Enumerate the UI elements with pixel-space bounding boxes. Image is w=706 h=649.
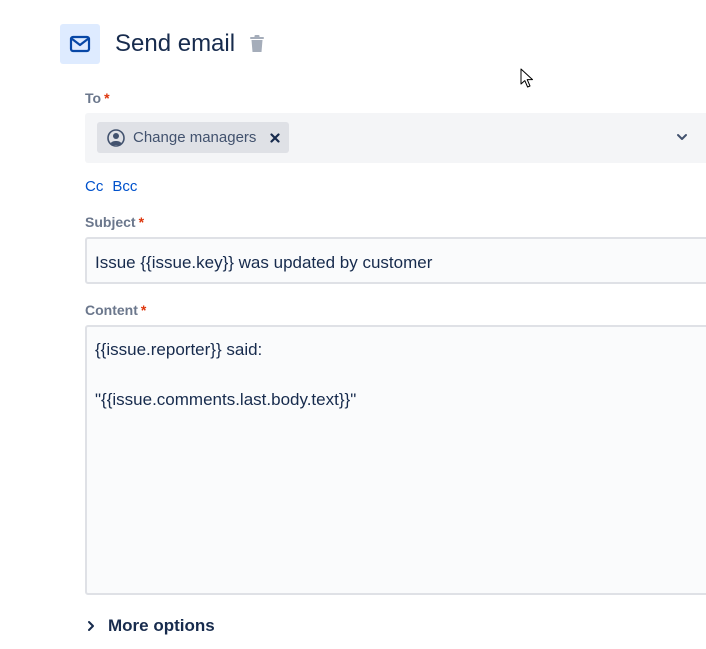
content-line: {{issue.reporter}} said: bbox=[95, 340, 263, 359]
to-field[interactable]: Change managers bbox=[85, 113, 706, 163]
cc-bcc-links: Cc Bcc bbox=[85, 178, 137, 195]
recipient-label: Change managers bbox=[133, 129, 257, 146]
cc-link[interactable]: Cc bbox=[85, 178, 103, 195]
content-line: "{{issue.comments.last.body.text}}" bbox=[95, 390, 357, 409]
required-mark: * bbox=[138, 214, 145, 230]
to-label: To * bbox=[85, 90, 110, 106]
content-label-text: Content bbox=[85, 302, 138, 318]
mail-icon bbox=[60, 24, 100, 64]
user-circle-icon bbox=[107, 128, 125, 147]
subject-label: Subject * bbox=[85, 214, 144, 230]
chevron-down-icon[interactable] bbox=[675, 130, 689, 149]
to-label-text: To bbox=[85, 90, 102, 106]
close-icon[interactable] bbox=[270, 132, 281, 143]
trash-icon[interactable] bbox=[249, 35, 265, 53]
subject-input[interactable]: Issue {{issue.key}} was updated by custo… bbox=[85, 237, 706, 284]
chevron-right-icon bbox=[86, 620, 96, 632]
page-title: Send email bbox=[115, 30, 236, 57]
action-header: Send email bbox=[60, 24, 265, 64]
content-label: Content * bbox=[85, 302, 146, 318]
required-mark: * bbox=[140, 302, 147, 318]
mouse-cursor-icon bbox=[520, 68, 534, 93]
more-options-label: More options bbox=[108, 616, 215, 635]
content-textarea[interactable]: {{issue.reporter}} said: "{{issue.commen… bbox=[85, 325, 706, 595]
subject-value: Issue {{issue.key}} was updated by custo… bbox=[95, 253, 433, 272]
more-options-toggle[interactable]: More options bbox=[86, 616, 215, 636]
bcc-link[interactable]: Bcc bbox=[112, 178, 137, 195]
required-mark: * bbox=[104, 90, 110, 106]
recipient-chip: Change managers bbox=[97, 122, 290, 153]
subject-label-text: Subject bbox=[85, 214, 136, 230]
